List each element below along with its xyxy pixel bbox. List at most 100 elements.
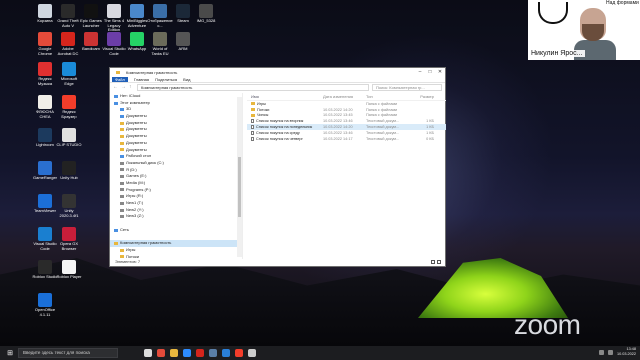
up-arrow-icon[interactable]: ↑ — [129, 84, 134, 90]
network-icon[interactable] — [598, 349, 604, 355]
column-name[interactable]: Имя — [247, 94, 323, 99]
folder-icon — [114, 101, 118, 105]
desktop-icon[interactable]: OpenOffice 4.1.11 — [32, 293, 58, 317]
taskbar-steam-icon[interactable] — [209, 349, 217, 357]
tiles-view-icon[interactable] — [437, 260, 441, 264]
windows-start-icon[interactable]: ⊞ — [4, 349, 16, 357]
taskbar-zoom-icon[interactable] — [183, 349, 191, 357]
ribbon-tab-home[interactable]: Главная — [134, 77, 149, 82]
scrollbar-thumb[interactable] — [238, 157, 241, 217]
desktop-icon[interactable]: CLIP STUDIO — [56, 128, 82, 148]
desktop-icon[interactable]: Яндекс Браузер — [56, 95, 82, 119]
taskbar-chrome-icon[interactable] — [157, 349, 165, 357]
sidebar-item[interactable]: Игры — [110, 247, 242, 254]
sidebar-item[interactable]: Рабочий стол — [110, 153, 242, 160]
desktop-icon-label: OpenOffice 4.1.11 — [34, 307, 56, 317]
volume-icon[interactable] — [607, 349, 613, 355]
search-input[interactable]: Поиск: Компьютерная гр... — [372, 83, 442, 91]
taskbar-unity-icon[interactable] — [248, 349, 256, 357]
desktop-icon-label: Roblox Player — [56, 274, 82, 279]
file-size: 1 КБ — [426, 119, 434, 124]
sidebar-item-label: 3D — [126, 106, 132, 112]
address-row: ← → ↑ Компьютерная грамотность Поиск: Ко… — [110, 82, 445, 91]
sidebar-item[interactable]: Media (M:) — [110, 180, 242, 187]
app-icon — [38, 161, 52, 175]
ribbon-tab-file[interactable]: Файл — [112, 76, 128, 82]
sidebar-item[interactable]: New3 (Z:) — [110, 213, 242, 220]
close-button[interactable]: ✕ — [435, 69, 445, 75]
desktop-icon-label: ARM — [178, 46, 188, 51]
folder-icon — [114, 241, 118, 245]
desktop-icon[interactable]: Unity Hub — [56, 161, 82, 181]
column-size[interactable]: Размер — [414, 94, 434, 99]
taskbar-task-view-icon[interactable] — [144, 349, 152, 357]
desktop-icon[interactable]: Visual Studio Code — [32, 227, 58, 251]
sidebar-item[interactable]: Programs (P:) — [110, 187, 242, 194]
taskbar-apps — [144, 349, 256, 357]
sidebar-item[interactable]: Games (E:) — [110, 173, 242, 180]
desktop-icon[interactable]: TeamViewer — [32, 194, 58, 214]
desktop-icon[interactable]: GameRanger — [32, 161, 58, 181]
desktop-icon[interactable]: Lightroom — [32, 128, 58, 148]
sidebar-item-label: Локальный диск (C:) — [126, 159, 164, 165]
desktop-icon[interactable]: Microsoft Edge — [56, 62, 82, 86]
desktop-icon[interactable]: Roblox Player — [56, 260, 82, 280]
sidebar-item[interactable]: Документы — [110, 126, 242, 133]
desktop-icon[interactable]: Unity 2020.3.4f1 — [56, 194, 82, 218]
sidebar-item[interactable]: Документы — [110, 147, 242, 154]
sidebar-item[interactable]: Компьютерная грамотность — [110, 240, 242, 247]
desktop-icon[interactable]: Opera GX Browser — [56, 227, 82, 251]
taskbar-search-input[interactable]: Введите здесь текст для поиска — [18, 348, 118, 358]
sidebar-item[interactable] — [110, 220, 242, 227]
file-explorer-window[interactable]: Компьютерная грамотность – □ ✕ Файл Глав… — [109, 67, 446, 267]
app-icon — [153, 32, 167, 46]
desktop-icon[interactable]: ARM — [170, 32, 196, 52]
sidebar-item[interactable]: Документы — [110, 120, 242, 127]
column-type[interactable]: Тип — [366, 94, 414, 99]
sidebar-item[interactable]: Этот компьютер — [110, 100, 242, 107]
maximize-button[interactable]: □ — [425, 69, 435, 75]
ribbon-tab-share[interactable]: Поделиться — [155, 77, 177, 82]
forward-arrow-icon[interactable]: → — [121, 84, 126, 90]
desktop-icon[interactable]: Яндекс Музыка — [32, 62, 58, 86]
details-view-icon[interactable] — [431, 260, 435, 264]
desktop-icon[interactable]: IMG_5328 — [193, 4, 219, 24]
desktop-icon[interactable]: Roblox Studio — [32, 260, 58, 280]
app-icon — [38, 194, 52, 208]
taskbar-mail-icon[interactable] — [222, 349, 230, 357]
title-bar[interactable]: Компьютерная грамотность – □ ✕ — [110, 68, 445, 76]
file-row[interactable]: Список покупок на четверг 10.03.2022 14:1… — [247, 136, 446, 142]
sidebar-item[interactable]: New2 (Y:) — [110, 207, 242, 214]
sidebar-item[interactable]: Сеть — [110, 227, 242, 234]
clock-date: 10.03.2022 — [616, 352, 636, 356]
taskbar-explorer-icon[interactable] — [170, 349, 178, 357]
address-bar[interactable]: Компьютерная грамотность — [137, 83, 369, 91]
column-date[interactable]: Дата изменения — [323, 94, 366, 99]
sidebar-item[interactable]: Документы — [110, 113, 242, 120]
sidebar-item[interactable]: Документы — [110, 140, 242, 147]
back-arrow-icon[interactable]: ← — [113, 84, 118, 90]
clock[interactable]: 13:48 10.03.2022 — [617, 347, 636, 357]
sidebar-item[interactable]: Нет: iCloud — [110, 93, 242, 100]
ribbon-tab-view[interactable]: Вид — [183, 77, 190, 82]
sidebar-item[interactable] — [110, 233, 242, 240]
desktop-icon-label: GameRanger — [32, 175, 57, 180]
desktop-icon[interactable]: ФЛЮСНА CHEA — [32, 95, 58, 119]
sidebar-item[interactable]: 3D — [110, 106, 242, 113]
sidebar-item[interactable]: Локальный диск (C:) — [110, 160, 242, 167]
app-icon — [61, 32, 75, 46]
sidebar-item-label: Документы — [126, 133, 147, 139]
window-title: Компьютерная грамотность — [126, 69, 178, 75]
sidebar-item[interactable]: Я (D:) — [110, 167, 242, 174]
taskbar-yandex-icon[interactable] — [235, 349, 243, 357]
sidebar-item[interactable]: Документы — [110, 133, 242, 140]
participant-background-text: Над формами — [606, 0, 639, 6]
taskbar-acrobat-icon[interactable] — [196, 349, 204, 357]
sidebar-item[interactable]: New1 (T:) — [110, 200, 242, 207]
sidebar-item[interactable]: Игры (R:) — [110, 193, 242, 200]
desktop-icon-label: ФЛЮСНА CHEA — [36, 109, 54, 119]
minimize-button[interactable]: – — [415, 69, 425, 75]
nav-scrollbar[interactable] — [237, 97, 242, 257]
file-type: Текстовый докум... — [366, 136, 400, 141]
desktop-icon-label: Unity 2020.3.4f1 — [59, 208, 79, 218]
